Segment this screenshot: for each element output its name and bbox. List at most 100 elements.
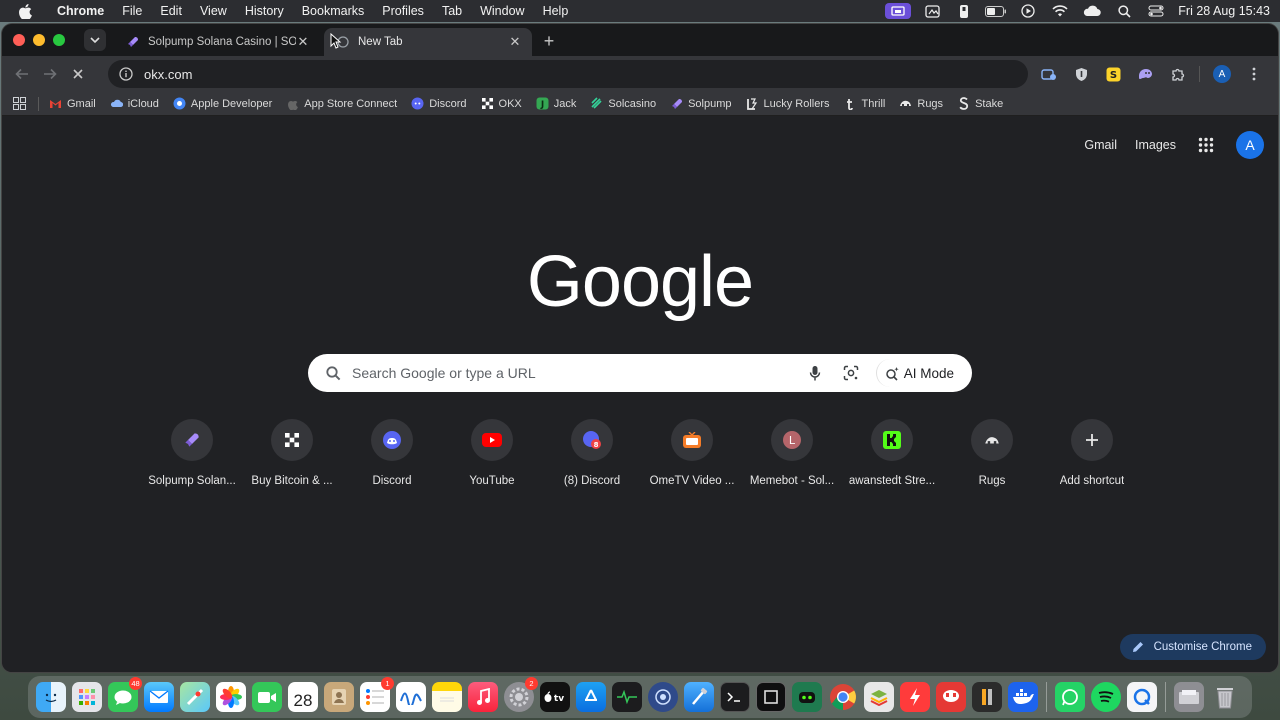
bookmark-solcasino[interactable]: Solcasino (590, 97, 656, 110)
new-tab-plus-icon[interactable]: + (539, 31, 559, 51)
window-minimize-button[interactable] (33, 34, 45, 46)
back-arrow-icon[interactable] (8, 60, 36, 88)
extension-solflare-icon[interactable]: S (1097, 60, 1129, 88)
play-circle-icon[interactable] (1017, 3, 1039, 19)
battery-icon[interactable] (985, 3, 1007, 19)
shortcut-tile[interactable]: Rugs (942, 417, 1042, 487)
downloads-folder-icon[interactable] (1174, 682, 1204, 712)
music-icon[interactable] (468, 682, 498, 712)
xcode-icon[interactable] (684, 682, 714, 712)
bookmark-gmail[interactable]: Gmail (49, 97, 96, 110)
bookmark-solpump[interactable]: Solpump (670, 97, 732, 110)
add-shortcut-tile[interactable]: Add shortcut (1042, 417, 1142, 487)
tab-close-icon[interactable]: ✕ (508, 35, 522, 49)
maps-icon[interactable] (180, 682, 210, 712)
kebab-menu-icon[interactable] (1238, 60, 1270, 88)
spotify-icon[interactable] (1091, 682, 1121, 712)
apple-tv-icon[interactable]: tv (540, 682, 570, 712)
shortcut-tile[interactable]: awanstedt Stre... (842, 417, 942, 487)
window-close-button[interactable] (13, 34, 25, 46)
flash-app-icon[interactable] (900, 682, 930, 712)
notes-icon[interactable] (432, 682, 462, 712)
bookmark-rugs[interactable]: Rugs (899, 97, 943, 110)
docker-icon[interactable] (1008, 682, 1038, 712)
screen-mirror-icon[interactable] (885, 3, 912, 19)
app-store-icon[interactable] (576, 682, 606, 712)
bookmark-lucky-rollers[interactable]: Lucky Rollers (746, 97, 830, 110)
google-search-box[interactable]: AI Mode (308, 354, 972, 392)
bookmark-app-store-connect[interactable]: App Store Connect (286, 97, 397, 110)
menu-app-name[interactable]: Chrome (48, 0, 113, 22)
spotlight-search-icon[interactable] (1113, 3, 1135, 19)
tab-solpump[interactable]: Solpump Solana Casino | SOL ✕ (114, 28, 320, 56)
stack-app-icon[interactable] (864, 682, 894, 712)
chrome-icon[interactable] (828, 682, 858, 712)
bot-app-icon[interactable] (792, 682, 822, 712)
bookmark-stake[interactable]: Stake (957, 97, 1003, 110)
shortcut-tile[interactable]: OmeTV Video ... (642, 417, 742, 487)
address-bar[interactable]: okx.com (108, 60, 1028, 88)
facetime-icon[interactable] (252, 682, 282, 712)
menu-view[interactable]: View (191, 0, 236, 22)
profile-avatar[interactable]: A (1206, 60, 1238, 88)
control-center-icon[interactable] (1145, 3, 1167, 19)
bookmark-thrill[interactable]: Thrill (844, 97, 885, 110)
vpn-app-icon[interactable] (648, 682, 678, 712)
menu-history[interactable]: History (236, 0, 293, 22)
quicktime-icon[interactable] (1127, 682, 1157, 712)
shortcut-tile[interactable]: 8 (8) Discord (542, 417, 642, 487)
tab-close-icon[interactable]: ✕ (296, 35, 310, 49)
images-link[interactable]: Images (1135, 138, 1176, 152)
shortcut-tile[interactable]: Solpump Solan... (142, 417, 242, 487)
search-input[interactable] (352, 365, 804, 381)
shortcut-tile[interactable]: Buy Bitcoin & ... (242, 417, 342, 487)
address-url[interactable]: okx.com (144, 67, 192, 82)
stop-loading-icon[interactable] (64, 60, 92, 88)
extension-wallet-icon[interactable] (1033, 60, 1065, 88)
system-settings-icon[interactable]: 2 (504, 677, 538, 712)
bookmark-discord[interactable]: Discord (411, 97, 467, 110)
menu-edit[interactable]: Edit (151, 0, 191, 22)
contacts-icon[interactable] (324, 682, 354, 712)
bookmark-jack[interactable]: J Jack (536, 97, 576, 110)
calendar-icon[interactable]: ​ 28 (288, 682, 318, 712)
whatsapp-icon[interactable] (1055, 682, 1085, 712)
bookmark-apple-developer[interactable]: Apple Developer (173, 97, 272, 110)
messages-icon[interactable]: 48 (108, 677, 142, 712)
ai-mode-button[interactable]: AI Mode (875, 359, 966, 387)
freeform-icon[interactable] (396, 682, 426, 712)
lute-app-icon[interactable] (972, 682, 1002, 712)
bookmark-okx[interactable]: OKX (481, 97, 522, 110)
extension-phantom-icon[interactable] (1129, 60, 1161, 88)
vpn-cloud-icon[interactable] (1081, 3, 1103, 19)
photos-icon[interactable] (216, 682, 246, 712)
cursor-editor-icon[interactable] (756, 682, 786, 712)
google-lens-icon[interactable] (840, 362, 862, 384)
forward-arrow-icon[interactable] (36, 60, 64, 88)
google-apps-icon[interactable] (1194, 133, 1218, 157)
shortcut-tile[interactable]: L Memebot - Sol... (742, 417, 842, 487)
menu-file[interactable]: File (113, 0, 151, 22)
apps-grid-icon[interactable] (10, 95, 28, 113)
wifi-icon[interactable] (1049, 3, 1071, 19)
mail-icon[interactable] (144, 682, 174, 712)
site-info-icon[interactable] (118, 66, 134, 82)
tab-new-tab[interactable]: New Tab ✕ (324, 28, 532, 56)
menu-clock[interactable]: Fri 28 Aug 15:43 (1178, 4, 1270, 18)
usb-drive-icon[interactable] (953, 3, 975, 19)
extension-shield-icon[interactable] (1065, 60, 1097, 88)
trash-icon[interactable] (1210, 682, 1240, 712)
google-account-avatar[interactable]: A (1236, 131, 1264, 159)
microphone-icon[interactable] (804, 362, 826, 384)
activity-monitor-icon[interactable] (612, 682, 642, 712)
reminders-icon[interactable]: 1 (360, 677, 394, 712)
customise-chrome-button[interactable]: Customise Chrome (1119, 634, 1266, 660)
extensions-puzzle-icon[interactable] (1161, 60, 1193, 88)
bookmark-icloud[interactable]: iCloud (110, 97, 159, 110)
screenshot-icon[interactable] (921, 3, 943, 19)
menu-window[interactable]: Window (471, 0, 533, 22)
menu-profiles[interactable]: Profiles (373, 0, 433, 22)
menu-bookmarks[interactable]: Bookmarks (293, 0, 374, 22)
apple-menu-icon[interactable] (16, 0, 34, 22)
menu-help[interactable]: Help (534, 0, 578, 22)
